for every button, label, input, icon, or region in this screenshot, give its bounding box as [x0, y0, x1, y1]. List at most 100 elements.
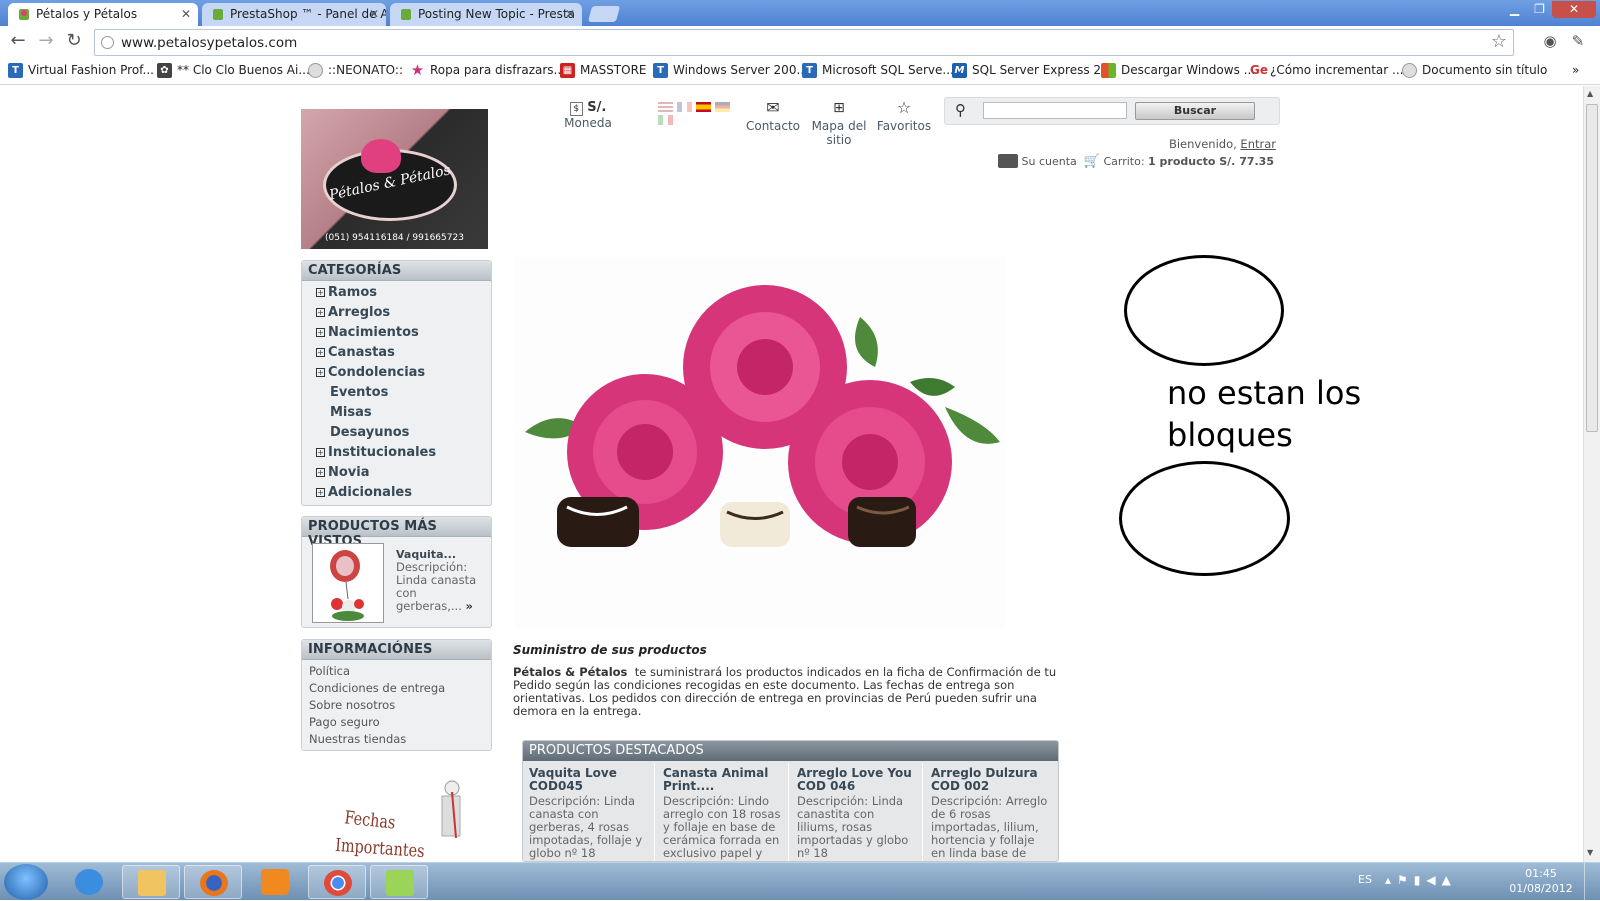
- expand-icon[interactable]: +: [316, 488, 325, 497]
- tab-posting-new-topic[interactable]: Posting New Topic - Presta ✕: [390, 3, 582, 26]
- product-name[interactable]: Arreglo Love You COD 046: [797, 767, 916, 793]
- vertical-scrollbar[interactable]: ▲ ▼: [1583, 86, 1600, 862]
- taskbar-firefox[interactable]: [184, 865, 242, 899]
- maximize-button[interactable]: ❐: [1527, 1, 1552, 18]
- taskbar-app[interactable]: [370, 865, 428, 899]
- url-text[interactable]: www.petalosypetalos.com: [121, 35, 297, 51]
- category-misas[interactable]: Misas: [330, 405, 372, 420]
- expand-icon[interactable]: +: [316, 328, 325, 337]
- bookmark-item[interactable]: M SQL Server Express 2...: [952, 63, 1112, 78]
- featured-product[interactable]: Arreglo Love You COD 046 Descripción: Li…: [791, 763, 923, 861]
- bookmark-item[interactable]: ✿ ** Clo Clo Buenos Ai...: [157, 63, 310, 78]
- info-link-politica[interactable]: Política: [309, 664, 350, 678]
- bookmark-star-icon[interactable]: ☆: [1491, 31, 1507, 52]
- wrench-icon[interactable]: ✎: [1566, 32, 1590, 50]
- tab-prestashop-panel[interactable]: PrestaShop ™ - Panel de Ad ✕: [202, 3, 386, 26]
- expand-icon[interactable]: +: [316, 308, 325, 317]
- category-condolencias[interactable]: + Condolencias: [316, 365, 425, 380]
- drive-icon[interactable]: ▲: [1442, 873, 1457, 887]
- scroll-up-icon[interactable]: ▲: [1587, 89, 1593, 98]
- bookmark-item[interactable]: T Windows Server 200...: [653, 63, 808, 78]
- network-icon[interactable]: ▮: [1414, 873, 1427, 887]
- flag-icon[interactable]: ⚑: [1397, 873, 1414, 887]
- minimize-button[interactable]: ▁: [1502, 1, 1527, 18]
- category-institucionales[interactable]: + Institucionales: [316, 445, 436, 460]
- category-canastas[interactable]: + Canastas: [316, 345, 395, 360]
- scrollbar-thumb[interactable]: [1586, 104, 1598, 432]
- bookmark-item[interactable]: Ge ¿Cómo incrementar ...: [1250, 63, 1403, 77]
- account-link[interactable]: Su cuenta: [1022, 155, 1077, 168]
- product-name[interactable]: Arreglo Dulzura COD 002: [931, 767, 1051, 793]
- expand-icon[interactable]: +: [316, 468, 325, 477]
- product-name[interactable]: Canasta Animal Print....: [663, 767, 782, 793]
- search-input[interactable]: [983, 102, 1127, 119]
- sitemap-link[interactable]: ⊞ Mapa del sitio: [810, 100, 868, 147]
- more-arrow-icon[interactable]: »: [466, 599, 473, 613]
- flag-fr-icon[interactable]: [677, 102, 692, 112]
- search-button[interactable]: Buscar: [1135, 102, 1255, 120]
- category-desayunos[interactable]: Desayunos: [330, 425, 409, 440]
- currency-selector[interactable]: $ S/. Moneda: [561, 100, 615, 130]
- featured-product[interactable]: Vaquita Love COD045 Descripción: Linda c…: [523, 763, 655, 861]
- bookmark-item[interactable]: ★ Ropa para disfrazars...: [410, 63, 565, 78]
- close-tab-icon[interactable]: ✕: [181, 7, 191, 21]
- reload-icon[interactable]: ↻: [62, 30, 86, 51]
- product-name[interactable]: Vaquita Love COD045: [529, 767, 648, 793]
- eye-extension-icon[interactable]: ◉: [1538, 32, 1562, 50]
- site-logo[interactable]: Pétalos & Pétalos (051) 954116184 / 9916…: [301, 109, 488, 249]
- scroll-down-icon[interactable]: ▼: [1587, 848, 1593, 857]
- tray-expand-icon[interactable]: ▴: [1385, 873, 1397, 887]
- info-link-condiciones[interactable]: Condiciones de entrega: [309, 681, 445, 695]
- login-link[interactable]: Entrar: [1240, 137, 1276, 151]
- category-arreglos[interactable]: + Arreglos: [316, 305, 390, 320]
- flag-de-icon[interactable]: [715, 102, 730, 112]
- product-thumbnail[interactable]: [312, 543, 384, 623]
- flag-us-icon[interactable]: [658, 102, 673, 112]
- featured-product[interactable]: Arreglo Dulzura COD 002 Descripción: Arr…: [925, 763, 1057, 861]
- back-arrow-icon[interactable]: ←: [6, 30, 30, 51]
- info-link-sobre-nosotros[interactable]: Sobre nosotros: [309, 698, 395, 712]
- new-tab-button[interactable]: [587, 6, 621, 22]
- bookmark-item[interactable]: ▦ MASSTORE: [560, 63, 647, 78]
- category-nacimientos[interactable]: + Nacimientos: [316, 325, 419, 340]
- bookmark-item[interactable]: T Microsoft SQL Serve...: [802, 63, 954, 78]
- category-eventos[interactable]: Eventos: [330, 385, 388, 400]
- taskbar-ie[interactable]: [60, 865, 118, 899]
- taskbar-media-player[interactable]: [246, 865, 304, 899]
- bookmark-item[interactable]: T Virtual Fashion Prof...: [8, 63, 154, 78]
- start-button[interactable]: [4, 864, 48, 900]
- expand-icon[interactable]: +: [316, 448, 325, 457]
- category-novia[interactable]: + Novia: [316, 465, 370, 480]
- close-tab-icon[interactable]: ✕: [369, 7, 379, 21]
- close-window-button[interactable]: ✕: [1552, 1, 1596, 18]
- category-adicionales[interactable]: + Adicionales: [316, 485, 412, 500]
- cart-summary[interactable]: 1 producto S/. 77.35: [1148, 155, 1274, 168]
- close-tab-icon[interactable]: ✕: [565, 7, 575, 21]
- featured-product[interactable]: Canasta Animal Print.... Descripción: Li…: [657, 763, 789, 861]
- info-link-tiendas[interactable]: Nuestras tiendas: [309, 732, 406, 746]
- info-link-pago-seguro[interactable]: Pago seguro: [309, 715, 380, 729]
- taskbar-chrome[interactable]: [308, 865, 366, 899]
- promo-fechas-importantes[interactable]: Fechas Importantes: [320, 778, 470, 862]
- flag-es-icon[interactable]: [696, 102, 711, 112]
- volume-icon[interactable]: ◀: [1426, 873, 1441, 887]
- contact-link[interactable]: ✉ Contacto: [744, 100, 802, 134]
- clock[interactable]: 01:45 01/08/2012: [1508, 866, 1574, 896]
- favorites-link[interactable]: ☆ Favoritos: [874, 100, 934, 134]
- bookmark-item[interactable]: Documento sin título: [1402, 63, 1547, 78]
- expand-icon[interactable]: +: [316, 348, 325, 357]
- address-bar[interactable]: www.petalosypetalos.com ☆: [94, 29, 1514, 56]
- show-desktop-button[interactable]: [1584, 863, 1600, 901]
- category-ramos[interactable]: + Ramos: [316, 285, 377, 300]
- language-indicator[interactable]: ES: [1358, 873, 1372, 886]
- flag-it-icon[interactable]: [658, 115, 673, 125]
- expand-icon[interactable]: +: [316, 288, 325, 297]
- tab-petalos[interactable]: Pétalos y Pétalos ✕: [8, 3, 198, 26]
- expand-icon[interactable]: +: [316, 368, 325, 377]
- taskbar-explorer[interactable]: [122, 865, 180, 899]
- cart-label[interactable]: Carrito:: [1103, 155, 1144, 168]
- bookmark-item[interactable]: Descargar Windows ...: [1101, 63, 1255, 78]
- bookmark-item[interactable]: ::NEONATO::: [308, 63, 403, 78]
- forward-arrow-icon[interactable]: →: [34, 30, 58, 51]
- bookmarks-overflow-button[interactable]: »: [1572, 63, 1579, 77]
